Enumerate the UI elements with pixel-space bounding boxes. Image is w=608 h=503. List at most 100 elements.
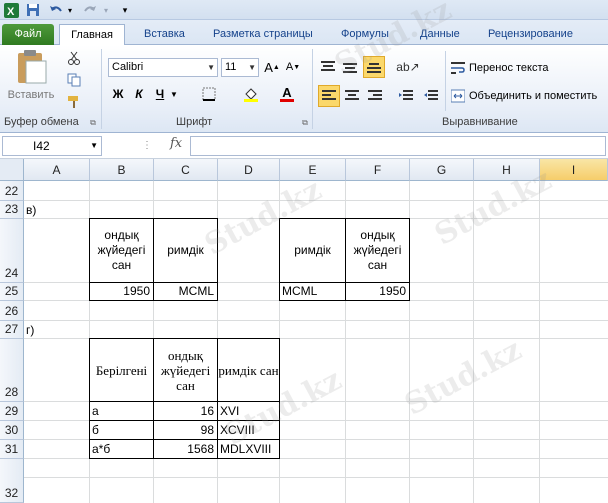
- save-icon[interactable]: [25, 2, 41, 18]
- table-cell[interactable]: а*б: [89, 439, 154, 459]
- decrease-font-icon[interactable]: A ▼: [285, 59, 301, 75]
- column-header[interactable]: D: [218, 159, 280, 181]
- row-header[interactable]: 26: [0, 301, 24, 321]
- table-cell[interactable]: 1950: [89, 282, 154, 301]
- table-header-cell[interactable]: римдік: [153, 218, 218, 283]
- undo-dropdown-icon[interactable]: ▾: [62, 2, 78, 18]
- tab-formulas[interactable]: Формулы: [333, 24, 397, 45]
- row-header[interactable]: 29: [0, 402, 24, 421]
- gridline: [473, 181, 474, 503]
- table-header-cell[interactable]: Берілгені: [89, 338, 154, 402]
- row-header[interactable]: 31: [0, 440, 24, 459]
- section-label[interactable]: в): [24, 201, 88, 219]
- font-name-combo[interactable]: Calibri ▼: [108, 58, 218, 77]
- row-header[interactable]: 25: [0, 283, 24, 301]
- column-header[interactable]: B: [90, 159, 154, 181]
- row-header[interactable]: 24: [0, 219, 24, 283]
- underline-button[interactable]: Ч: [152, 86, 168, 102]
- tab-home[interactable]: Главная: [59, 24, 125, 45]
- formula-bar-dots-icon: ⋮: [142, 140, 152, 151]
- underline-dropdown-icon[interactable]: ▼: [169, 86, 179, 102]
- align-bottom-icon[interactable]: [363, 56, 385, 78]
- bold-button[interactable]: Ж: [110, 86, 126, 102]
- fill-color-icon[interactable]: [240, 85, 262, 103]
- tab-data[interactable]: Данные: [412, 24, 468, 45]
- table-header-cell[interactable]: римдік: [279, 218, 346, 283]
- tab-insert[interactable]: Вставка: [136, 24, 193, 45]
- tab-file[interactable]: Файл: [2, 24, 54, 45]
- column-header[interactable]: F: [346, 159, 410, 181]
- row-header[interactable]: 23: [0, 201, 24, 219]
- align-middle-icon[interactable]: [340, 57, 360, 77]
- table-cell[interactable]: 1568: [153, 439, 218, 459]
- clipboard-launcher-icon[interactable]: ⧉: [88, 118, 98, 128]
- table-cell[interactable]: MCML: [279, 282, 346, 301]
- insert-function-button[interactable]: fx: [170, 136, 182, 151]
- align-center-icon[interactable]: [342, 86, 362, 106]
- gridline: [24, 200, 608, 201]
- column-header[interactable]: C: [154, 159, 218, 181]
- copy-icon[interactable]: [64, 71, 84, 89]
- font-group-label: Шрифт: [176, 116, 213, 128]
- column-header[interactable]: A: [24, 159, 90, 181]
- row-header[interactable]: 22: [0, 181, 24, 201]
- table-cell[interactable]: XVI: [217, 401, 280, 421]
- section-label[interactable]: г): [24, 321, 88, 339]
- orientation-icon[interactable]: ab↗: [395, 57, 421, 77]
- merge-center-button[interactable]: Объединить и поместить: [451, 87, 608, 105]
- wrap-text-label: Перенос текста: [469, 62, 549, 74]
- indent-icon[interactable]: [395, 86, 417, 106]
- customize-qat-icon[interactable]: ▾: [117, 2, 133, 18]
- formula-input[interactable]: [190, 136, 606, 156]
- wrap-text-button[interactable]: Перенос текста: [451, 59, 607, 77]
- increase-font-icon[interactable]: A ▲: [264, 59, 280, 75]
- quick-access-toolbar: X ▾ ▾ ▾: [0, 0, 608, 20]
- table-cell[interactable]: 98: [153, 420, 218, 440]
- table-header-cell[interactable]: ондық жүйедегі сан: [89, 218, 154, 283]
- table-cell[interactable]: MDLXVIII: [217, 439, 280, 459]
- tab-review[interactable]: Рецензирование: [480, 24, 581, 45]
- table-cell[interactable]: б: [89, 420, 154, 440]
- row-header[interactable]: 27: [0, 321, 24, 339]
- ribbon-separator: [445, 51, 446, 111]
- ribbon-tabs: Файл Главная Вставка Разметка страницы Ф…: [0, 20, 608, 45]
- table-cell[interactable]: 16: [153, 401, 218, 421]
- table-cell[interactable]: а: [89, 401, 154, 421]
- redo-icon[interactable]: [82, 2, 98, 18]
- table-cell[interactable]: 1950: [345, 282, 410, 301]
- font-name-value: Calibri: [112, 61, 144, 73]
- format-painter-icon[interactable]: [64, 93, 84, 111]
- name-box[interactable]: I42 ▼: [2, 136, 102, 156]
- excel-logo-icon: X: [3, 2, 19, 18]
- paste-button[interactable]: Вставить: [6, 49, 56, 109]
- wrap-text-icon: [451, 62, 465, 74]
- borders-icon[interactable]: [198, 86, 220, 102]
- paste-icon: [18, 50, 47, 84]
- table-cell[interactable]: XCVIII: [217, 420, 280, 440]
- align-left-icon[interactable]: [318, 85, 340, 107]
- font-color-icon[interactable]: A: [277, 85, 297, 103]
- table-header-cell[interactable]: римдік сан: [217, 338, 280, 402]
- align-top-icon[interactable]: [318, 57, 338, 77]
- italic-button[interactable]: К: [131, 86, 147, 102]
- select-all-corner[interactable]: [0, 159, 24, 181]
- redo-dropdown-icon[interactable]: ▾: [98, 2, 114, 18]
- table-header-cell[interactable]: ондық жүйедегі сан: [345, 218, 410, 283]
- column-header-selected[interactable]: I: [540, 159, 608, 181]
- font-launcher-icon[interactable]: ⧉: [300, 118, 310, 128]
- worksheet-grid[interactable]: A B C D E F G H I 22 23 24 25 26 27 28 2…: [0, 159, 608, 503]
- row-header[interactable]: 28: [0, 339, 24, 402]
- tab-page-layout[interactable]: Разметка страницы: [205, 24, 321, 45]
- row-header[interactable]: 32: [0, 459, 24, 503]
- table-cell[interactable]: MCML: [153, 282, 218, 301]
- column-header[interactable]: G: [410, 159, 474, 181]
- outdent-icon[interactable]: [420, 86, 442, 106]
- column-header[interactable]: E: [280, 159, 346, 181]
- cut-icon[interactable]: [64, 49, 84, 67]
- align-right-icon[interactable]: [365, 86, 385, 106]
- merge-center-label: Объединить и поместить: [469, 90, 598, 102]
- row-header[interactable]: 30: [0, 421, 24, 440]
- font-size-combo[interactable]: 11 ▼: [221, 58, 259, 77]
- column-header[interactable]: H: [474, 159, 540, 181]
- table-header-cell[interactable]: ондық жүйедегі сан: [153, 338, 218, 402]
